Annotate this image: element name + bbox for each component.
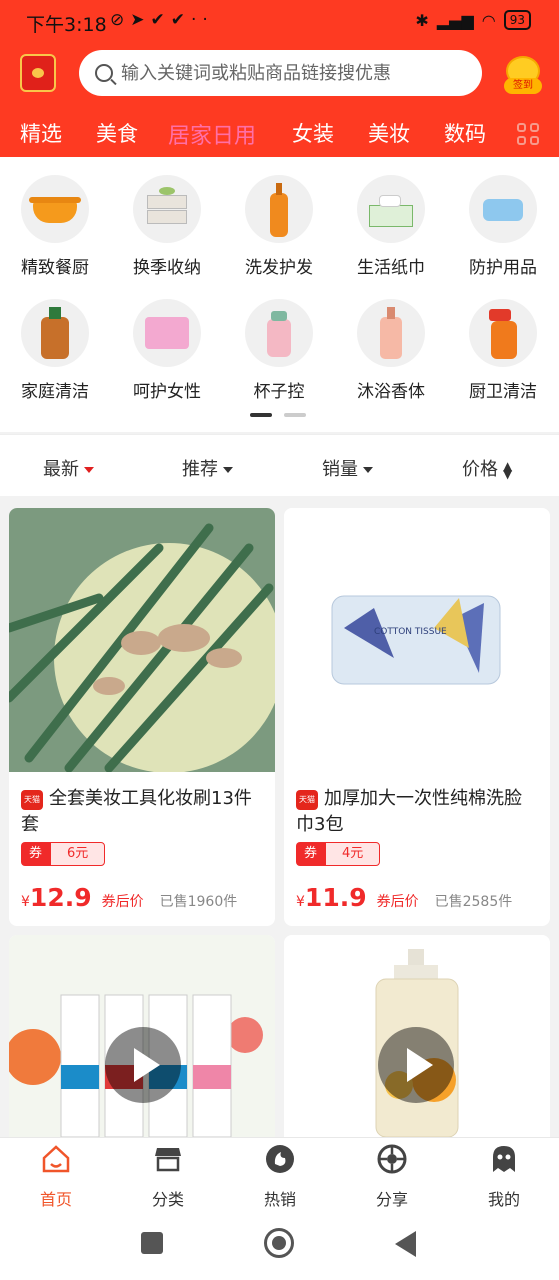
back-triangle-icon[interactable]: [395, 1231, 416, 1257]
shampoo-icon: [245, 175, 313, 243]
nav-share[interactable]: 分享: [352, 1144, 432, 1210]
sort-sales[interactable]: 销量: [322, 455, 373, 481]
product-image: COTTON TISSUE: [284, 508, 550, 772]
home-icon: [42, 1145, 70, 1173]
play-video-button[interactable]: [378, 1027, 454, 1103]
chevron-down-icon: [223, 467, 233, 473]
tab-nvzhuang[interactable]: 女装: [292, 118, 334, 148]
system-nav-bar: [0, 1212, 559, 1280]
notification-icons: ⊘➤✔✔··: [110, 10, 214, 30]
product-card[interactable]: COTTON TISSUE 天猫 加厚加大一次性纯棉洗脸巾3包 券 4元 ¥ 11…: [284, 508, 550, 926]
category-item[interactable]: 洗发护发: [229, 175, 329, 278]
sort-recommend[interactable]: 推荐: [182, 455, 233, 481]
nav-hot[interactable]: 热销: [240, 1144, 320, 1210]
status-bar: 下午3:18 ⊘➤✔✔·· ✱ ▂▄▆ ◠ 93: [0, 0, 559, 42]
page-dot: [284, 413, 306, 417]
signin-label: 签到: [504, 78, 542, 94]
category-item[interactable]: 精致餐厨: [5, 175, 105, 278]
category-item[interactable]: 杯子控: [229, 299, 329, 402]
chevron-down-icon: [84, 467, 94, 473]
system-icons: ✱ ▂▄▆ ◠ 93: [415, 10, 531, 30]
product-title: 天猫 加厚加大一次性纯棉洗脸巾3包: [296, 788, 522, 835]
chevron-down-icon: [363, 467, 373, 473]
status-time: 下午3:18: [26, 14, 107, 36]
nav-category[interactable]: 分类: [128, 1144, 208, 1210]
product-card[interactable]: 天猫 全套美妆工具化妆刷13件套 券 6元 ¥ 12.9 券后价 已售1960件: [9, 508, 275, 926]
signal-icon: ▂▄▆: [436, 10, 474, 30]
category-item[interactable]: 防护用品: [453, 175, 553, 278]
category-item[interactable]: 换季收纳: [117, 175, 217, 278]
play-video-button[interactable]: [105, 1027, 181, 1103]
pot-icon: [21, 175, 89, 243]
sort-price[interactable]: 价格 ▲ ▼: [462, 455, 512, 481]
sold-count: 已售1960件: [159, 894, 238, 910]
price-row: ¥ 12.9 券后价 已售1960件: [21, 883, 238, 912]
disinfectant-icon: [21, 299, 89, 367]
coupon-tag: 券 4元: [296, 842, 381, 866]
nav-home[interactable]: 首页: [16, 1144, 96, 1210]
hot-sale-icon: [266, 1145, 294, 1173]
page-indicator: [250, 413, 306, 417]
tab-meishi[interactable]: 美食: [96, 118, 138, 148]
product-card[interactable]: [284, 935, 550, 1137]
spray-cleaner-icon: [469, 299, 537, 367]
price: 11.9: [304, 883, 367, 912]
category-item[interactable]: 家庭清洁: [5, 299, 105, 402]
price: 12.9: [29, 883, 92, 912]
wifi-icon: ◠: [481, 10, 496, 30]
product-card[interactable]: [9, 935, 275, 1137]
all-categories-icon[interactable]: [517, 123, 539, 145]
tissue-icon: [357, 175, 425, 243]
recent-apps-icon[interactable]: [141, 1232, 163, 1254]
product-image: [9, 508, 275, 772]
search-input[interactable]: [121, 62, 461, 84]
category-item[interactable]: 厨卫清洁: [453, 299, 553, 402]
shop-icon: [155, 1148, 181, 1172]
svg-text:COTTON TISSUE: COTTON TISSUE: [374, 627, 447, 637]
share-shutter-icon: [377, 1144, 407, 1174]
mask-icon: [469, 175, 537, 243]
body-wash-icon: [357, 299, 425, 367]
category-tabs: 精选 美食 居家日用 女装 美妆 数码: [0, 110, 559, 154]
category-grid: 精致餐厨 换季收纳 洗发护发 生活纸巾 防护用品 家庭清洁 呵护女性 杯子控 沐…: [0, 157, 559, 432]
header-bar: 下午3:18 ⊘➤✔✔·· ✱ ▂▄▆ ◠ 93 签到 精选 美食 居家日用 女…: [0, 0, 559, 157]
category-item[interactable]: 呵护女性: [117, 299, 217, 402]
search-bar[interactable]: [79, 50, 482, 96]
signin-button[interactable]: 签到: [502, 56, 542, 96]
sanitary-pad-icon: [133, 299, 201, 367]
sort-bar: 最新 推荐 销量 价格 ▲ ▼: [0, 434, 559, 496]
cup-icon: [245, 299, 313, 367]
tmall-badge: 天猫: [21, 790, 43, 810]
sort-updown-icon: ▲ ▼: [503, 459, 513, 481]
tab-jujiariyong[interactable]: 居家日用: [168, 118, 256, 150]
page-dot: [250, 413, 272, 417]
home-circle-icon[interactable]: [264, 1228, 294, 1258]
ghost-icon: [493, 1146, 515, 1172]
battery-icon: 93: [503, 10, 531, 30]
sort-newest[interactable]: 最新: [43, 455, 94, 481]
category-item[interactable]: 沐浴香体: [341, 299, 441, 402]
sold-count: 已售2585件: [434, 894, 513, 910]
price-row: ¥ 11.9 券后价 已售2585件: [296, 883, 513, 912]
bluetooth-icon: ✱: [415, 10, 429, 30]
tmall-badge: 天猫: [296, 790, 318, 810]
tab-jingxuan[interactable]: 精选: [20, 118, 62, 148]
product-title: 天猫 全套美妆工具化妆刷13件套: [21, 788, 252, 835]
bottom-nav: 首页 分类 热销 分享 我的: [0, 1137, 559, 1212]
coupon-tag: 券 6元: [21, 842, 106, 866]
search-icon: [95, 64, 113, 82]
nav-me[interactable]: 我的: [464, 1144, 544, 1210]
category-item[interactable]: 生活纸巾: [341, 175, 441, 278]
tab-shuma[interactable]: 数码: [444, 118, 486, 148]
red-envelope-icon[interactable]: [20, 54, 56, 92]
storage-box-icon: [133, 175, 201, 243]
tab-meizhuang[interactable]: 美妆: [368, 118, 410, 148]
